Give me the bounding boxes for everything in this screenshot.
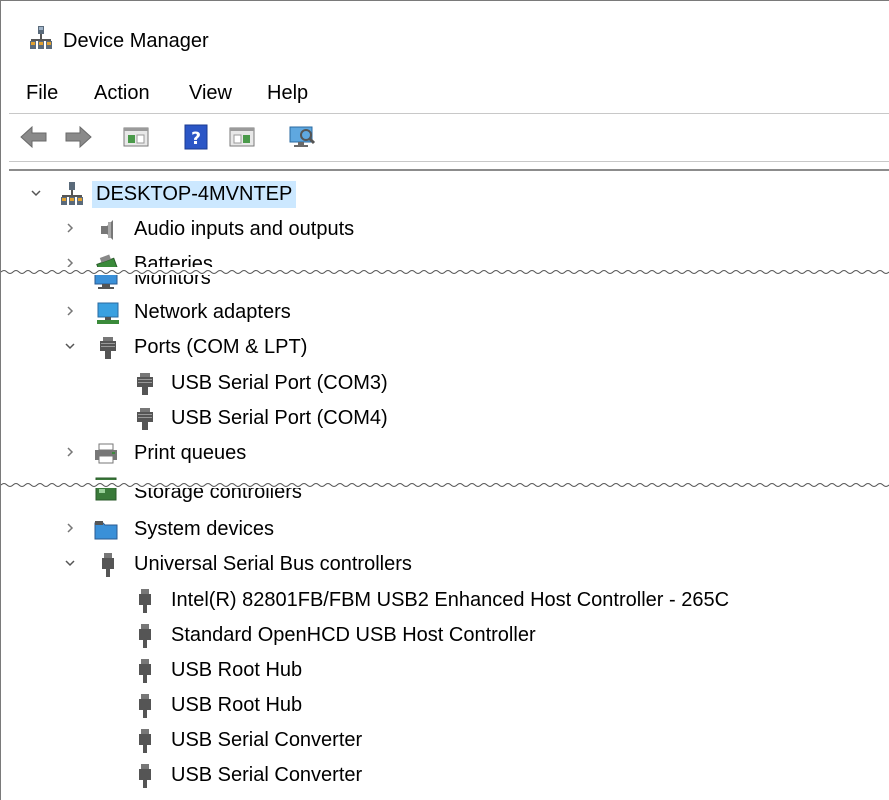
usb-plug-icon xyxy=(139,659,151,683)
forward-button[interactable] xyxy=(61,120,95,154)
computer-name[interactable]: DESKTOP-4MVNTEP xyxy=(92,181,297,208)
usb-plug-icon xyxy=(139,694,151,718)
update-driver-button[interactable] xyxy=(225,120,259,154)
chevron-right-icon[interactable] xyxy=(63,304,77,318)
tree-item-usb-child[interactable]: USB Serial Converter xyxy=(1,758,889,793)
scan-hardware-icon xyxy=(289,126,316,147)
tree-item-usb-child[interactable]: USB Root Hub xyxy=(1,653,889,688)
tree-item-label: System devices xyxy=(134,518,275,540)
properties-button[interactable] xyxy=(119,120,153,154)
chevron-down-icon[interactable] xyxy=(29,186,43,200)
tree-item-print-queues[interactable]: Print queues xyxy=(1,436,889,471)
help-button[interactable]: ? xyxy=(179,120,213,154)
menu-view[interactable]: View xyxy=(185,77,236,109)
menu-separator xyxy=(9,113,889,114)
tree-root[interactable]: DESKTOP-4MVNTEP xyxy=(1,177,889,212)
update-driver-pane-icon xyxy=(229,127,255,147)
menu-bar: File Action View Help xyxy=(1,77,889,109)
system-folder-icon xyxy=(94,521,118,540)
tree-item-monitors[interactable]: Monitors xyxy=(1,275,889,289)
menu-action[interactable]: Action xyxy=(90,77,154,109)
tree-item-label: Intel(R) 82801FB/FBM USB2 Enhanced Host … xyxy=(171,589,730,611)
computer-icon xyxy=(61,182,83,205)
usb-plug-icon xyxy=(139,729,151,753)
usb-plug-icon xyxy=(139,589,151,613)
tree-item-storage-controllers[interactable]: Storage controllers xyxy=(1,488,889,504)
tree-item-label: Network adapters xyxy=(134,301,291,323)
chevron-down-icon[interactable] xyxy=(63,339,77,353)
tree-item-usb-child[interactable]: USB Root Hub xyxy=(1,688,889,723)
device-manager-icon xyxy=(30,26,52,49)
chevron-right-icon[interactable] xyxy=(63,221,77,235)
chevron-down-icon[interactable] xyxy=(63,556,77,570)
tree-item-label: Universal Serial Bus controllers xyxy=(134,553,412,575)
back-button[interactable] xyxy=(17,120,51,154)
device-tree: DESKTOP-4MVNTEP Audio inputs and outputs… xyxy=(1,171,889,800)
window-title: Device Manager xyxy=(63,30,209,52)
tree-item-label: USB Serial Port (COM4) xyxy=(171,407,388,429)
title-bar: Device Manager xyxy=(1,1,889,73)
storage-controller-icon xyxy=(95,488,117,501)
scan-hardware-button[interactable] xyxy=(285,120,319,154)
usb-plug-icon xyxy=(139,624,151,648)
printer-icon xyxy=(95,443,117,464)
tree-item-system-devices[interactable]: System devices xyxy=(1,512,889,547)
tree-item-label: Monitors xyxy=(134,275,211,289)
tree-item-label: Storage controllers xyxy=(134,488,302,503)
tree-item-label: Print queues xyxy=(134,442,247,464)
tree-item-label: Audio inputs and outputs xyxy=(134,218,355,240)
tree-item-com3[interactable]: USB Serial Port (COM3) xyxy=(1,366,889,401)
tree-item-label: USB Root Hub xyxy=(171,659,303,681)
tree-item-ports[interactable]: Ports (COM & LPT) xyxy=(1,330,889,365)
menu-file[interactable]: File xyxy=(22,77,62,109)
svg-text:?: ? xyxy=(191,129,201,149)
tree-item-label: USB Serial Converter xyxy=(171,729,363,751)
port-connector-icon xyxy=(100,337,116,359)
tree-item-label: USB Serial Converter xyxy=(171,764,363,786)
tree-item-batteries[interactable]: Batteries xyxy=(1,247,889,269)
menu-help[interactable]: Help xyxy=(263,77,312,109)
monitor-icon xyxy=(94,275,118,289)
properties-pane-icon xyxy=(123,127,149,147)
tree-item-com4[interactable]: USB Serial Port (COM4) xyxy=(1,401,889,436)
tree-item-usb-child[interactable]: USB Serial Converter xyxy=(1,723,889,758)
forward-arrow-icon xyxy=(65,125,92,149)
tree-item-label: Ports (COM & LPT) xyxy=(134,336,308,358)
tree-item-usb-child[interactable]: Standard OpenHCD USB Host Controller xyxy=(1,618,889,653)
tree-item-label: Standard OpenHCD USB Host Controller xyxy=(171,624,536,646)
tree-item-label: USB Root Hub xyxy=(171,694,303,716)
usb-plug-icon xyxy=(139,764,151,788)
tree-item-audio[interactable]: Audio inputs and outputs xyxy=(1,212,889,247)
tree-item-network-adapters[interactable]: Network adapters xyxy=(1,295,889,330)
speaker-icon xyxy=(101,220,113,240)
device-manager-window: Device Manager File Action View Help ? D… xyxy=(0,0,889,800)
tree-item-label: USB Serial Port (COM3) xyxy=(171,372,388,394)
toolbar: ? xyxy=(1,118,889,158)
help-icon: ? xyxy=(184,124,208,150)
port-connector-icon xyxy=(137,373,153,395)
back-arrow-icon xyxy=(20,125,47,149)
tree-item-usb-child[interactable]: Intel(R) 82801FB/FBM USB2 Enhanced Host … xyxy=(1,583,889,618)
usb-plug-icon xyxy=(102,553,114,577)
chevron-right-icon[interactable] xyxy=(63,521,77,535)
chevron-right-icon[interactable] xyxy=(63,445,77,459)
port-connector-icon xyxy=(137,408,153,430)
tree-item-usb-controllers[interactable]: Universal Serial Bus controllers xyxy=(1,547,889,582)
toolbar-separator xyxy=(9,161,889,162)
network-adapter-icon xyxy=(97,302,119,324)
